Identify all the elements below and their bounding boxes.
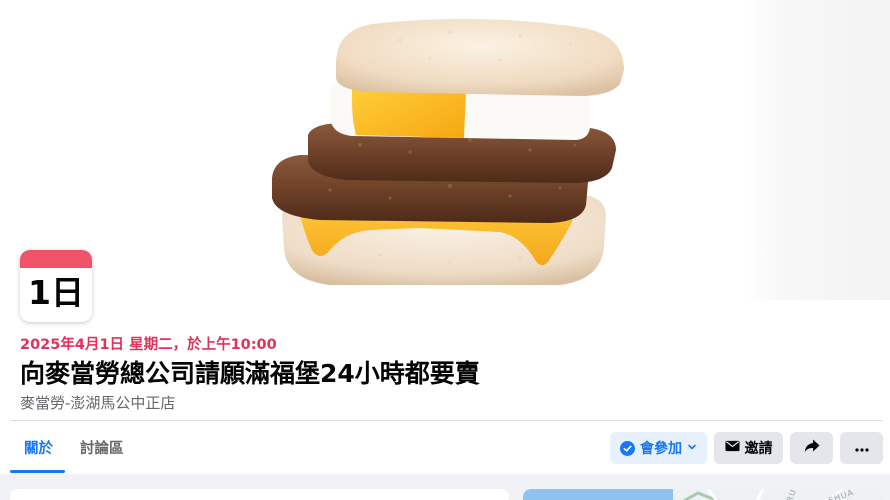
event-title: 向麥當勞總公司請願滿福堡24小時都要賣 xyxy=(20,359,480,388)
calendar-badge-header xyxy=(20,250,92,268)
about-card xyxy=(10,489,509,500)
chevron-down-icon xyxy=(687,440,697,456)
tab-discussion[interactable]: 討論區 xyxy=(80,437,124,458)
going-button[interactable]: 會參加 xyxy=(610,432,707,464)
envelope-icon xyxy=(724,440,740,456)
share-arrow-icon xyxy=(804,439,820,457)
more-options-button[interactable] xyxy=(840,432,883,464)
location-map[interactable]: RU SHUA xyxy=(523,489,883,500)
event-location-link[interactable]: 麥當勞-澎湖馬公中正店 xyxy=(20,392,175,413)
invite-button[interactable]: 邀請 xyxy=(714,432,783,464)
tab-about[interactable]: 關於 xyxy=(24,437,53,458)
event-cover-photo[interactable] xyxy=(0,0,890,300)
more-dots-icon xyxy=(854,440,869,456)
event-date-time: 2025年4月1日 星期二，於上午10:00 xyxy=(20,337,277,353)
header-divider xyxy=(10,420,882,421)
going-button-label: 會參加 xyxy=(640,441,682,457)
invite-button-label: 邀請 xyxy=(744,441,773,457)
sausage-egg-muffin-image xyxy=(272,18,624,285)
tab-about-active-indicator xyxy=(10,470,65,473)
check-circle-icon xyxy=(620,440,635,456)
calendar-day: 1日 xyxy=(28,273,84,312)
share-button[interactable] xyxy=(790,432,833,464)
calendar-badge: 1日 xyxy=(20,250,92,322)
